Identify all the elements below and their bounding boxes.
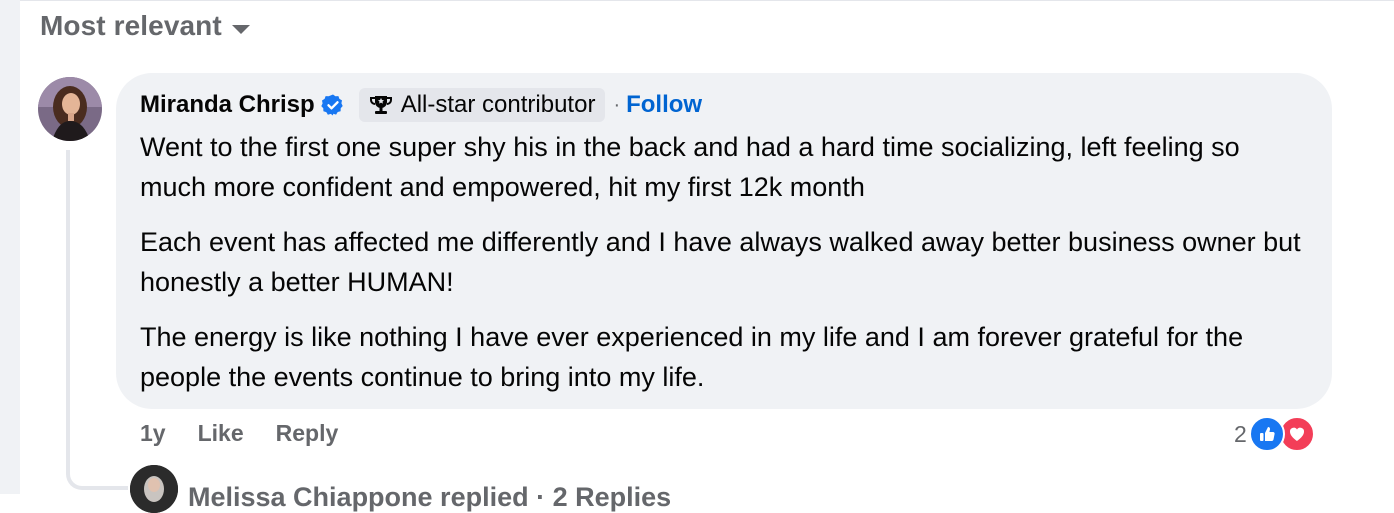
author-name[interactable]: Miranda Chrisp xyxy=(140,91,315,119)
comment-paragraph: Went to the first one super shy his in t… xyxy=(140,132,1240,202)
sort-label: Most relevant xyxy=(40,10,222,41)
badge-label: All-star contributor xyxy=(400,91,596,118)
comment-paragraph: The energy is like nothing I have ever e… xyxy=(140,322,1244,392)
comment-timestamp[interactable]: 1y xyxy=(140,420,166,447)
replies-summary[interactable]: Melissa Chiappone replied · 2 Replies xyxy=(130,464,671,513)
sort-dropdown[interactable]: Most relevant xyxy=(40,10,250,42)
caret-down-icon xyxy=(231,24,250,34)
avatar-image xyxy=(38,77,102,141)
follow-button[interactable]: Follow xyxy=(626,91,702,119)
avatar[interactable] xyxy=(38,77,102,141)
like-button[interactable]: Like xyxy=(198,420,244,447)
reply-avatar xyxy=(130,464,178,513)
contributor-badge[interactable]: All-star contributor xyxy=(358,88,606,122)
replies-link: Melissa Chiappone replied · 2 Replies xyxy=(188,482,672,512)
comment-bubble: Miranda Chrisp All-star contributor · Fo… xyxy=(116,73,1332,409)
reaction-count: 2 xyxy=(1234,420,1247,447)
like-icon xyxy=(1248,416,1285,452)
divider xyxy=(20,0,1394,1)
comment-actions: 1y Like Reply xyxy=(140,420,338,447)
comment-header: Miranda Chrisp All-star contributor · Fo… xyxy=(140,87,1308,123)
reply-button[interactable]: Reply xyxy=(276,420,339,447)
verified-badge-icon xyxy=(321,94,343,116)
comment-paragraph: Each event has affected me differently a… xyxy=(140,227,1301,297)
left-panel-edge xyxy=(0,0,20,494)
trophy-icon xyxy=(369,96,392,114)
reaction-summary[interactable]: 2 xyxy=(1234,416,1315,452)
separator-dot: · xyxy=(613,93,621,116)
